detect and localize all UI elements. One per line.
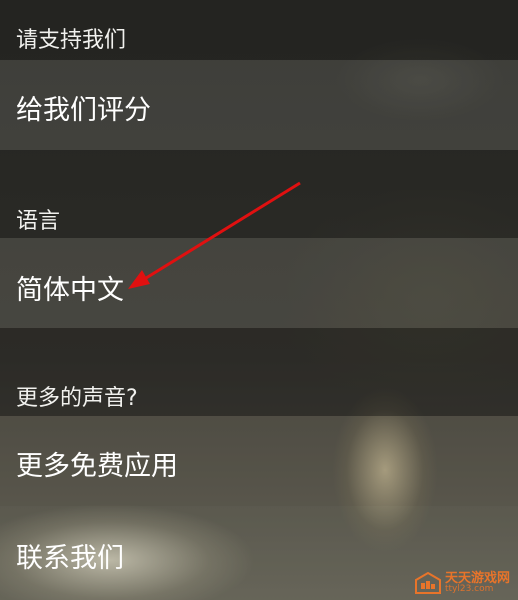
watermark: 天天游戏网 ttyl23.com — [414, 572, 510, 594]
watermark-url: ttyl23.com — [444, 584, 494, 594]
annotation-arrow-shaft — [137, 181, 301, 285]
watermark-logo-icon — [414, 572, 441, 594]
annotation-arrow — [128, 181, 301, 289]
settings-screen: 请支持我们 给我们评分 语言 简体中文 更多的声音? 更多免费应用 联系我们 天… — [0, 0, 518, 600]
annotation-arrow-head — [128, 270, 150, 289]
